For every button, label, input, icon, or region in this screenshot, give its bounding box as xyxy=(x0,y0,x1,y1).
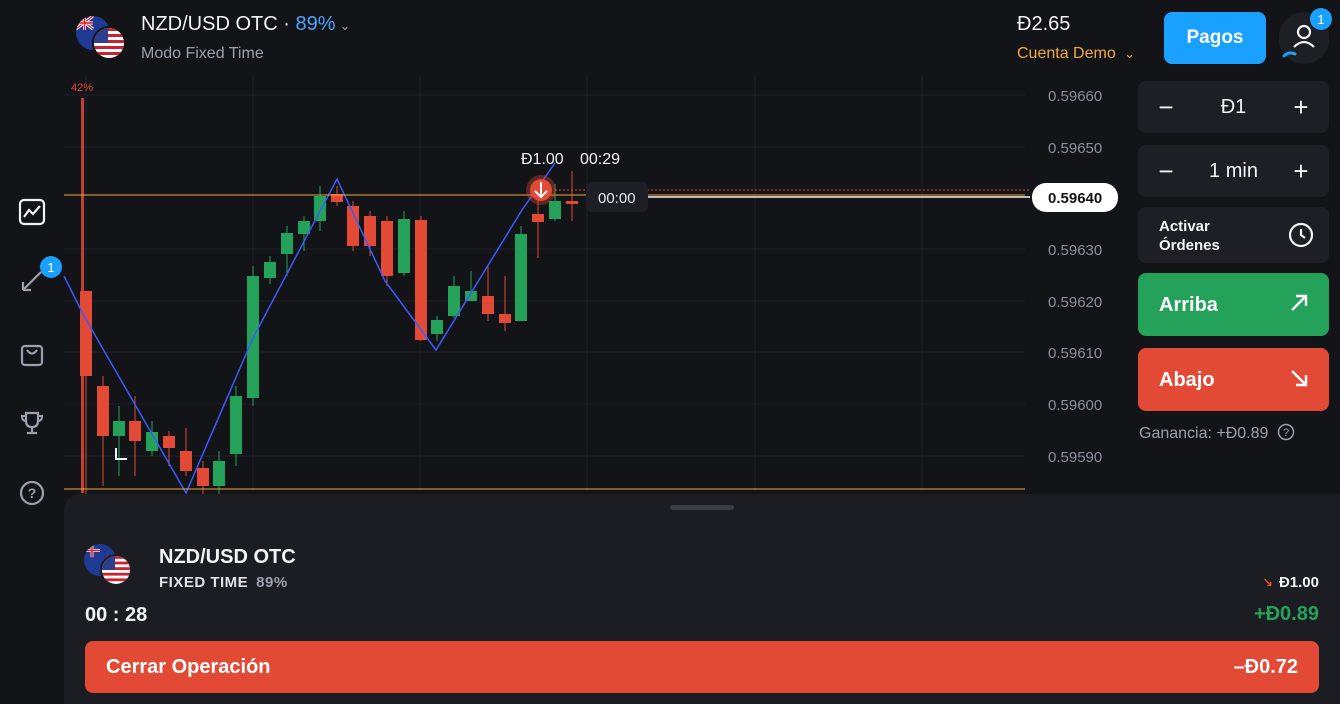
close-trade-value: –Đ0.72 xyxy=(1233,656,1299,678)
help-icon[interactable]: ? xyxy=(1277,423,1295,441)
amount-increase-button[interactable]: + xyxy=(1277,81,1325,133)
candle-body xyxy=(398,219,410,273)
trade-timer: 00:29 xyxy=(580,151,620,168)
account-balance: Đ2.65 xyxy=(1017,13,1071,35)
trade-asset-name: NZD/USD OTC xyxy=(159,546,296,568)
zigzag-indicator xyxy=(63,162,556,495)
amount-decrease-button[interactable]: − xyxy=(1142,81,1190,133)
price-axis: 0.59660 0.59650 0.59630 0.59620 0.59610 … xyxy=(1048,88,1102,466)
candle-body xyxy=(281,233,293,254)
profile-button[interactable]: 1 xyxy=(1279,8,1332,64)
price-tick: 0.59630 xyxy=(1048,242,1102,259)
usd-flag-icon[interactable] xyxy=(92,26,126,60)
price-tick: 0.59620 xyxy=(1048,294,1102,311)
clock-icon xyxy=(1288,222,1314,248)
chevron-down-icon: ⌄ xyxy=(339,18,351,33)
price-tick: 0.59600 xyxy=(1048,397,1102,414)
chart-grid xyxy=(64,76,1025,491)
close-trade-label: Cerrar Operación xyxy=(106,656,271,678)
price-tick: 0.59660 xyxy=(1048,88,1102,105)
candle-body xyxy=(532,214,544,222)
activate-orders-label: Activar Órdenes xyxy=(1159,218,1220,254)
asset-selector[interactable]: NZD/USD OTC · 89% ⌄ xyxy=(141,13,350,36)
trade-amount: Đ1.00 xyxy=(521,151,564,168)
asset-separator: · xyxy=(277,13,296,35)
top-bar: NZD/USD OTC · 89% ⌄ Modo Fixed Time Đ2.65… xyxy=(0,0,1340,76)
candle-body xyxy=(566,201,578,204)
candles xyxy=(80,171,578,496)
amount-value[interactable]: Đ1 xyxy=(1188,81,1279,133)
asset-mode: Modo Fixed Time xyxy=(141,45,264,62)
candle-body xyxy=(113,421,125,436)
price-tick: 0.59610 xyxy=(1048,345,1102,362)
candle-body xyxy=(97,386,109,436)
price-tick: 0.59590 xyxy=(1048,449,1102,466)
trade-amount: ↘ Đ1.00 xyxy=(1262,574,1319,591)
candle-body xyxy=(264,262,276,278)
expiry-label: 00:00 xyxy=(598,190,636,207)
candle-body xyxy=(381,221,393,276)
account-name: Cuenta Demo xyxy=(1017,45,1116,62)
candle-body xyxy=(129,421,141,441)
payout-text: Ganancia: +Đ0.89 ? xyxy=(1139,423,1295,443)
down-button[interactable]: Abajo xyxy=(1138,348,1329,411)
sheet-drag-handle[interactable] xyxy=(670,505,734,510)
open-trade-sheet: NZD/USD OTC FIXED TIME 89% 00 : 28 ↘ Đ1.00… xyxy=(64,494,1340,704)
candle-body xyxy=(499,314,511,323)
candle-body xyxy=(431,320,443,334)
trade-profit: +Đ0.89 xyxy=(1253,603,1319,625)
arrow-down-right-icon: ↘ xyxy=(1262,575,1273,590)
close-trade-button[interactable]: Cerrar Operación –Đ0.72 xyxy=(85,641,1319,693)
candle-body xyxy=(180,451,192,471)
activate-orders-button[interactable]: Activar Órdenes xyxy=(1138,207,1329,263)
asset-name: NZD/USD OTC xyxy=(141,13,278,35)
price-tick: 0.59650 xyxy=(1048,140,1102,157)
top-pct-label: 42% xyxy=(71,82,93,94)
payments-button[interactable]: Pagos xyxy=(1164,12,1266,64)
arrow-down-right-icon xyxy=(1291,370,1308,387)
crosshair-icon[interactable] xyxy=(115,448,127,460)
down-label: Abajo xyxy=(1159,369,1215,391)
trade-mode: FIXED TIME 89% xyxy=(159,574,288,591)
candle-body xyxy=(415,220,427,340)
account-selector[interactable]: Cuenta Demo ⌄ xyxy=(1017,45,1135,63)
duration-increase-button[interactable]: + xyxy=(1277,145,1325,197)
candle-body xyxy=(482,296,494,314)
candle-body xyxy=(197,468,209,486)
price-chart[interactable]: 42% Đ1.00 00:29 00:00 0.59660 0.59650 0.… xyxy=(0,76,1125,496)
duration-stepper: − 1 min + xyxy=(1138,145,1329,197)
svg-text:?: ? xyxy=(1283,427,1289,439)
duration-value[interactable]: 1 min xyxy=(1188,145,1279,197)
candle-body xyxy=(163,436,175,448)
profile-badge: 1 xyxy=(1310,8,1332,30)
up-label: Arriba xyxy=(1159,294,1218,316)
candle-body xyxy=(515,234,527,321)
candle-body xyxy=(213,461,225,486)
candle-body xyxy=(80,291,92,376)
up-button[interactable]: Arriba xyxy=(1138,273,1329,336)
arrow-up-right-icon xyxy=(1291,294,1308,311)
trade-countdown: 00 : 28 xyxy=(85,604,148,626)
chevron-down-icon: ⌄ xyxy=(1124,46,1136,61)
candle-body xyxy=(448,286,460,316)
candle-body xyxy=(314,196,326,221)
trade-marker[interactable] xyxy=(526,175,556,205)
asset-payout: 89% xyxy=(295,13,336,35)
candle-body xyxy=(230,396,242,454)
amount-stepper: − Đ1 + xyxy=(1138,81,1329,133)
trade-payout: 89% xyxy=(256,574,288,591)
candle-body xyxy=(549,201,561,219)
duration-decrease-button[interactable]: − xyxy=(1142,145,1190,197)
usd-flag-icon xyxy=(100,554,132,586)
current-price: 0.59640 xyxy=(1048,190,1102,207)
